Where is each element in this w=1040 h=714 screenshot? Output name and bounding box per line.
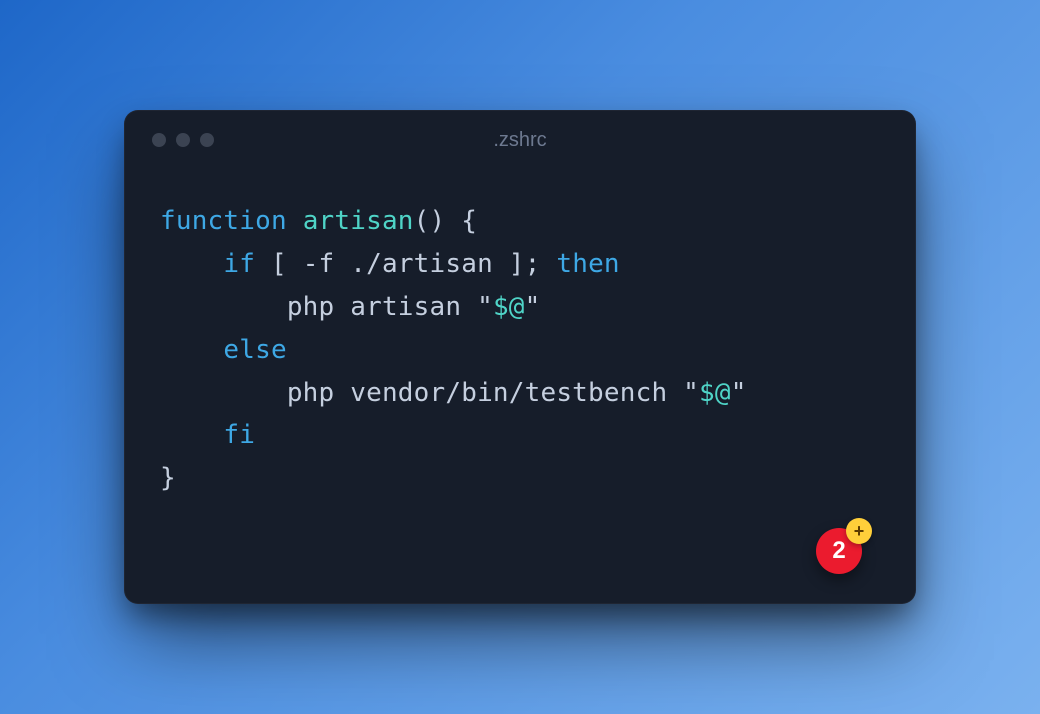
code-token: [ -f ./artisan ];	[255, 249, 556, 279]
badge-count: 2	[832, 537, 845, 565]
code-token: then	[556, 249, 619, 279]
code-token: () {	[414, 206, 477, 236]
window-controls	[152, 133, 214, 147]
close-icon[interactable]	[152, 133, 166, 147]
code-token: artisan	[303, 206, 414, 236]
window-title: .zshrc	[124, 129, 916, 152]
zoom-icon[interactable]	[200, 133, 214, 147]
editor-window: .zshrc function artisan() { if [ -f ./ar…	[124, 110, 916, 604]
code-token	[287, 206, 303, 236]
code-token	[160, 420, 223, 450]
plus-icon: +	[846, 518, 872, 544]
code-token: else	[223, 335, 286, 365]
code-token: "	[525, 292, 541, 322]
code-token: "	[731, 378, 747, 408]
window-titlebar: .zshrc	[124, 110, 916, 170]
minimize-icon[interactable]	[176, 133, 190, 147]
code-token: php vendor/bin/testbench	[160, 378, 683, 408]
code-token: "	[683, 378, 699, 408]
code-token: $@	[699, 378, 731, 408]
code-token: "	[477, 292, 493, 322]
code-token: if	[223, 249, 255, 279]
code-token: function	[160, 206, 287, 236]
code-token: fi	[223, 420, 255, 450]
code-block: function artisan() { if [ -f ./artisan ]…	[124, 170, 916, 500]
code-token: php artisan	[160, 292, 477, 322]
background: .zshrc function artisan() { if [ -f ./ar…	[0, 0, 1040, 714]
notification-badge[interactable]: 2 +	[816, 528, 862, 574]
code-token: }	[160, 463, 176, 493]
code-token	[160, 249, 223, 279]
code-token	[160, 335, 223, 365]
code-token: $@	[493, 292, 525, 322]
